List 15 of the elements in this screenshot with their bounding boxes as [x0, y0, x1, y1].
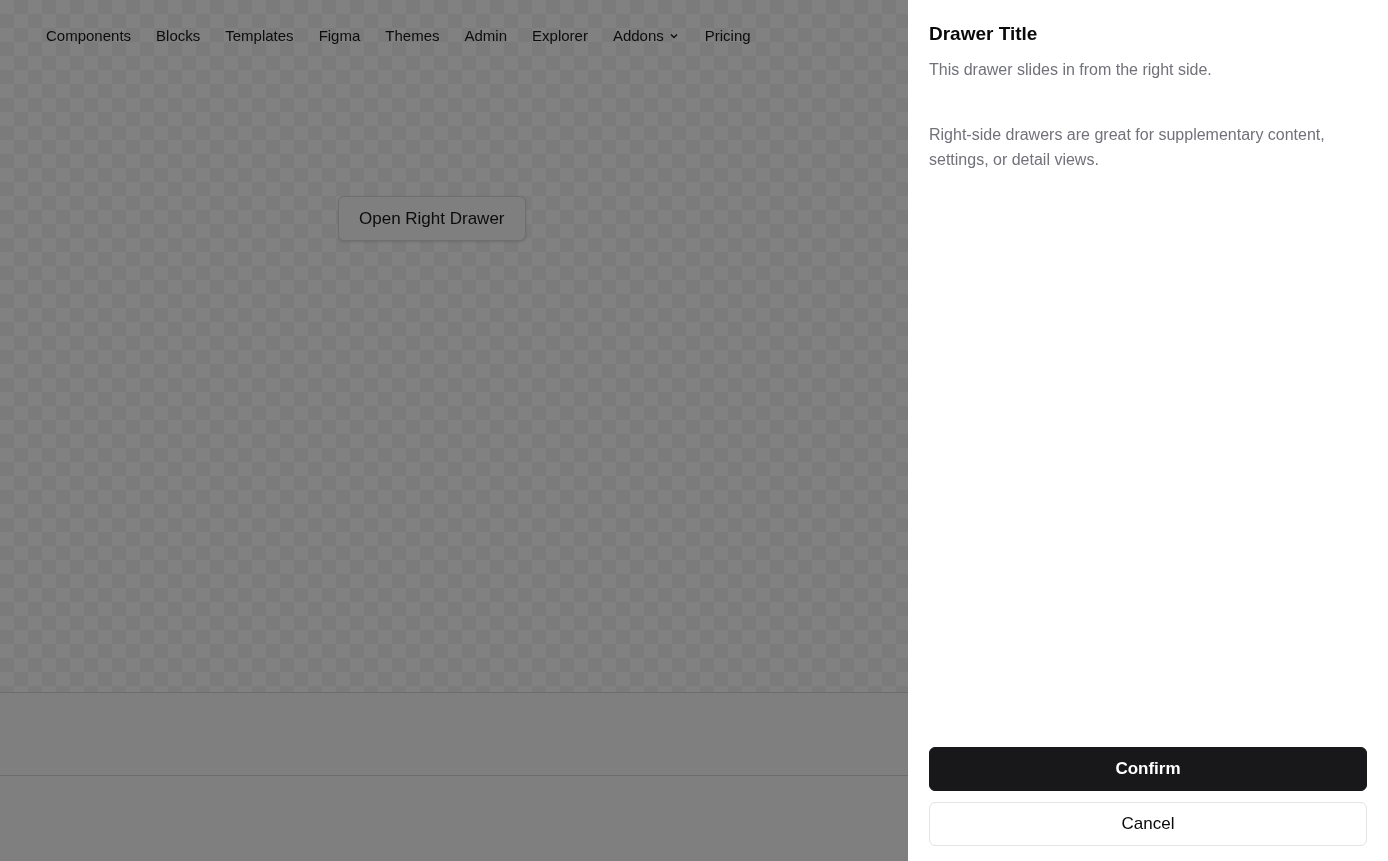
nav-link[interactable]: Themes [385, 24, 440, 48]
nav-link[interactable]: Addons [612, 24, 680, 48]
confirm-button[interactable]: Confirm [929, 747, 1367, 791]
nav-link[interactable]: Admin [464, 24, 508, 48]
drawer-description: This drawer slides in from the right side. [929, 59, 1213, 80]
cancel-button[interactable]: Cancel [929, 802, 1367, 846]
nav-link[interactable]: Pricing [704, 24, 751, 48]
drawer-title: Drawer Title [929, 22, 1039, 46]
nav-link[interactable]: Explorer [532, 24, 588, 48]
nav-link[interactable]: Blocks [156, 24, 201, 48]
open-drawer-button[interactable]: Open Right Drawer [338, 196, 526, 241]
drawer-body-text: Right-side drawers are great for supplementary content, settings, or detail views. [929, 124, 1326, 170]
nav-link[interactable]: Components [46, 24, 132, 48]
nav-link[interactable]: Templates [225, 24, 294, 48]
nav-link[interactable]: Figma [318, 24, 361, 48]
